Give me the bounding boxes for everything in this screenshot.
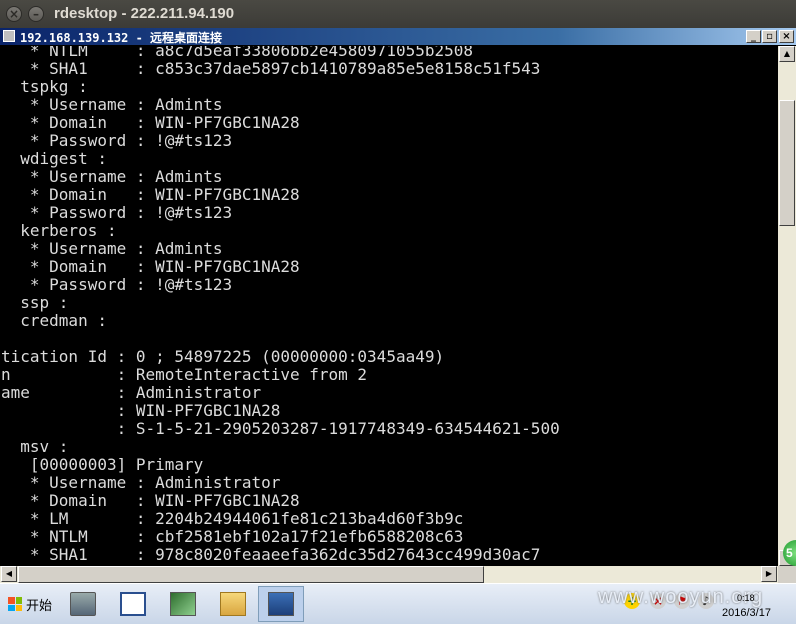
inner-close-button[interactable]: ×	[779, 30, 794, 43]
console-lines: * NTLM : a8c7d5eaf33806bb2e4580971055b25…	[1, 46, 560, 564]
console-line: n : RemoteInteractive from 2	[1, 365, 368, 384]
console-line: * Domain : WIN-PF7GBC1NA28	[1, 185, 300, 204]
outer-title-bar: × – rdesktop - 222.211.94.190	[0, 0, 796, 28]
console-line: ssp :	[1, 293, 69, 312]
vertical-scroll-thumb[interactable]	[779, 100, 795, 226]
taskbar-app-server-manager[interactable]	[60, 586, 106, 622]
outer-close-button[interactable]: ×	[6, 6, 22, 22]
remote-desktop-icon	[268, 592, 294, 616]
console-line: wdigest :	[1, 149, 107, 168]
clock-date[interactable]: 2016/3/17	[722, 607, 771, 619]
console-line: : S-1-5-21-2905203287-1917748349-6345446…	[1, 419, 560, 438]
console-line: * SHA1 : 978c8020feaaeefa362dc35d27643cc…	[1, 545, 541, 564]
start-label: 开始	[26, 598, 53, 614]
remote-desktop-app-icon	[3, 30, 15, 42]
scroll-up-arrow-icon[interactable]: ▲	[779, 46, 795, 62]
outer-window-title: rdesktop - 222.211.94.190	[54, 5, 235, 22]
console-line: kerberos :	[1, 221, 117, 240]
inner-title-bar: 192.168.139.132 - 远程桌面连接 _ ▫ ×	[0, 28, 796, 46]
taskbar-app-file-explorer[interactable]	[210, 586, 256, 622]
console-line: * Domain : WIN-PF7GBC1NA28	[1, 113, 300, 132]
console-line: * NTLM : a8c7d5eaf33806bb2e4580971055b25…	[1, 46, 474, 60]
console-line: * Username : Admints	[1, 95, 223, 114]
console-line: * NTLM : cbf2581ebf102a17f21efb6588208c6…	[1, 527, 464, 546]
console-line: * Username : Administrator	[1, 473, 281, 492]
outer-minimize-button[interactable]: –	[28, 6, 44, 22]
console-line: * SHA1 : c853c37dae5897cb1410789a85e5e81…	[1, 59, 541, 78]
console-line: * Username : Admints	[1, 239, 223, 258]
console-line: * LM : 2204b24944061fe81c213ba4d60f3b9c	[1, 509, 464, 528]
vertical-scrollbar[interactable]: ▲ ▼	[778, 46, 796, 566]
console-window-icon	[120, 592, 146, 616]
console-line: * Password : !@#ts123	[1, 275, 233, 294]
console-line: tication Id : 0 ; 54897225 (00000000:034…	[1, 347, 445, 366]
console-line: * Password : !@#ts123	[1, 203, 233, 222]
taskbar-app-console[interactable]	[110, 586, 156, 622]
inner-minimize-button[interactable]: _	[746, 30, 761, 43]
console-line: ame : Administrator	[1, 383, 262, 402]
console-line: credman :	[1, 311, 107, 330]
taskbar: 开始 + × ⚑ ♪ www.wooyun.org 0:18 2016/3/17	[0, 583, 796, 624]
console-line: * Password : !@#ts123	[1, 131, 233, 150]
console-line: tspkg :	[1, 77, 88, 96]
taskbar-app-remote-desktop[interactable]	[258, 586, 304, 622]
console-line: * Domain : WIN-PF7GBC1NA28	[1, 491, 300, 510]
console-line: * Username : Admints	[1, 167, 223, 186]
console-line: * Domain : WIN-PF7GBC1NA28	[1, 257, 300, 276]
server-manager-icon	[70, 592, 96, 616]
inner-restore-button[interactable]: ▫	[762, 30, 777, 43]
console-output[interactable]: * NTLM : a8c7d5eaf33806bb2e4580971055b25…	[0, 46, 778, 566]
start-button[interactable]: 开始	[2, 590, 58, 618]
file-explorer-icon	[220, 592, 246, 616]
horizontal-scroll-thumb[interactable]	[18, 566, 484, 583]
inner-window-title: 192.168.139.132 - 远程桌面连接	[20, 31, 223, 45]
windows-logo-icon	[8, 597, 22, 611]
console-line: msv :	[1, 437, 69, 456]
scroll-right-arrow-icon[interactable]: ▶	[761, 566, 777, 582]
network-monitor-icon	[170, 592, 196, 616]
console-line: : WIN-PF7GBC1NA28	[1, 401, 281, 420]
console-line: [00000003] Primary	[1, 455, 204, 474]
clock-time[interactable]: 0:18	[737, 593, 755, 603]
scroll-left-arrow-icon[interactable]: ◀	[1, 566, 17, 582]
scrollbar-corner	[778, 566, 796, 583]
taskbar-app-network-monitor[interactable]	[160, 586, 206, 622]
horizontal-scrollbar[interactable]: ◀ ▶	[0, 566, 778, 583]
